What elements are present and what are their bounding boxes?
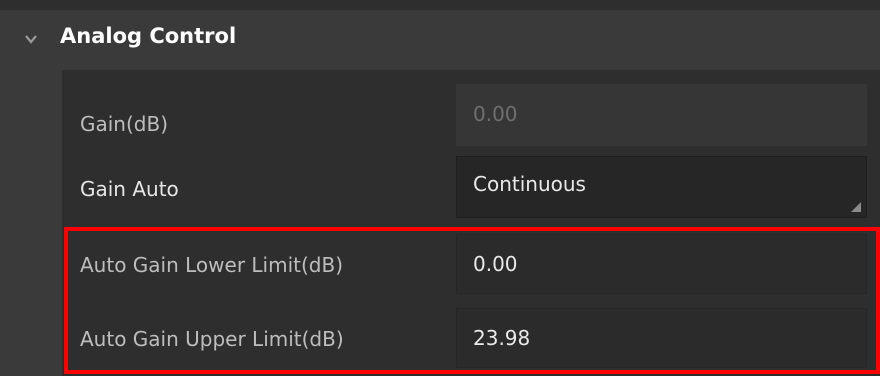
auto-gain-upper-limit-value: 23.98 xyxy=(473,326,531,350)
gain-field: 0.00 xyxy=(456,84,867,146)
section-header-analog-control[interactable]: Analog Control xyxy=(0,10,880,70)
indent-strip xyxy=(0,70,62,376)
gain-label: Gain(dB) xyxy=(80,112,169,136)
auto-gain-upper-limit-label: Auto Gain Upper Limit(dB) xyxy=(80,327,344,351)
gain-auto-value: Continuous xyxy=(473,172,586,196)
auto-gain-lower-limit-value: 0.00 xyxy=(473,252,518,276)
chevron-down-icon[interactable] xyxy=(24,32,38,46)
auto-gain-lower-limit-label: Auto Gain Lower Limit(dB) xyxy=(80,253,344,277)
auto-gain-upper-limit-input[interactable]: 23.98 xyxy=(456,308,867,368)
dropdown-corner-icon xyxy=(851,202,861,212)
gain-value: 0.00 xyxy=(473,102,518,126)
auto-gain-lower-limit-input[interactable]: 0.00 xyxy=(456,234,867,294)
gain-auto-dropdown[interactable]: Continuous xyxy=(456,156,867,218)
property-panel: Analog Control Gain(dB) 0.00 Gain Auto C… xyxy=(0,0,880,376)
section-title: Analog Control xyxy=(60,24,237,48)
gain-auto-label: Gain Auto xyxy=(80,177,179,201)
